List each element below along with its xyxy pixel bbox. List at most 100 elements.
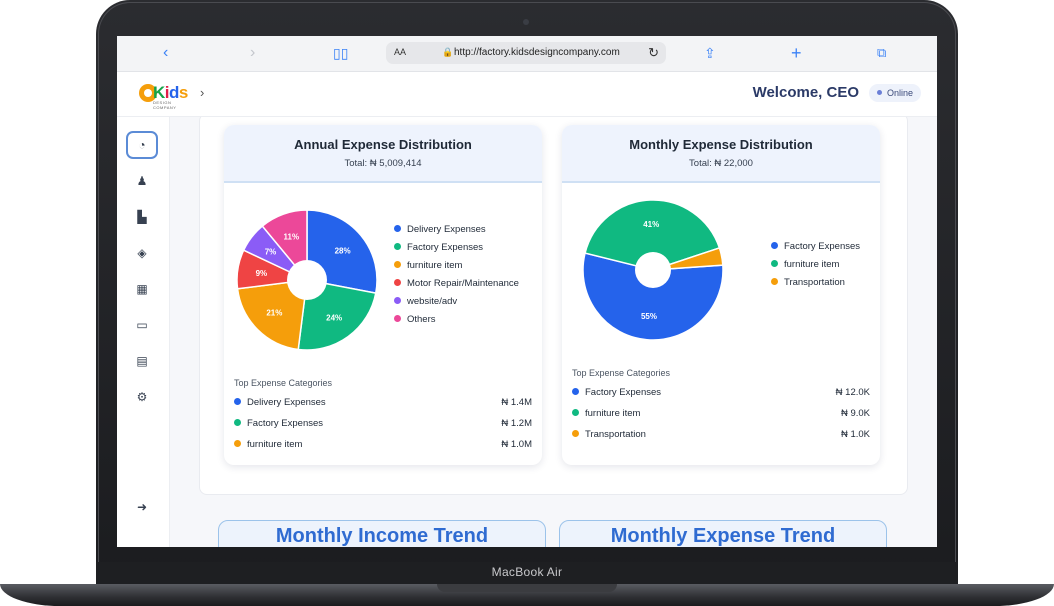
chevron-right-icon[interactable]: ›	[200, 85, 204, 100]
pie-data-label: 28%	[335, 247, 351, 256]
annual-pie-chart[interactable]: 28% 24% 21% 9% 7% 11%	[232, 205, 382, 355]
sidebar: ◔ ♟ ▙ ◈ ▦ ▭ ▤ ⚙ ➜	[117, 117, 170, 547]
pie-data-label: 24%	[326, 313, 342, 322]
sidebar-item-store[interactable]: ▭	[126, 311, 158, 339]
annual-legend: Delivery Expenses Factory Expenses furnitu…	[394, 224, 519, 332]
screen: ‹ › ▯▯ AA 🔒 http://factory.kidsdesigncom…	[117, 36, 937, 547]
reload-icon[interactable]: ↻	[648, 45, 659, 61]
monthly-legend: Factory Expenses furniture item Transporta…	[771, 241, 860, 295]
legend-swatch	[394, 261, 401, 268]
speedometer-icon: ◔	[138, 138, 146, 152]
donut-hole	[635, 252, 671, 288]
list-item: Delivery Expenses ₦ 1.4M	[234, 397, 532, 418]
status-badge: Online	[868, 84, 921, 102]
sidebar-item-settings[interactable]: ⚙	[126, 383, 158, 411]
legend-swatch	[771, 278, 778, 285]
card-title: Monthly Expense Distribution	[629, 137, 813, 152]
camera-icon	[523, 19, 529, 25]
monthly-pie-chart[interactable]: 55% 41%	[578, 195, 728, 345]
pie-data-label: 21%	[266, 309, 282, 318]
status-dot-icon	[876, 90, 882, 95]
legend-swatch	[394, 297, 401, 304]
legend-swatch	[394, 279, 401, 286]
legend-swatch	[394, 315, 401, 322]
pie-data-label: 41%	[643, 220, 659, 229]
legend-item[interactable]: Others	[394, 314, 519, 332]
calculator-icon: ▦	[136, 282, 148, 296]
expense-trend-card: Monthly Expense Trend	[559, 520, 887, 547]
text-size-button[interactable]: AA	[394, 47, 406, 57]
card-title: Annual Expense Distribution	[294, 137, 472, 152]
legend-swatch	[394, 225, 401, 232]
legend-swatch	[771, 242, 778, 249]
donut-hole	[287, 260, 327, 300]
legend-swatch	[771, 260, 778, 267]
legend-item[interactable]: Factory Expenses	[771, 241, 860, 259]
monthly-top-categories: Top Expense Categories Factory Expenses ₦…	[572, 368, 870, 450]
legend-item[interactable]: website/adv	[394, 296, 519, 314]
pie-data-label: 7%	[265, 248, 277, 257]
card-title: Monthly Expense Trend	[610, 525, 836, 547]
url-text[interactable]: http://factory.kidsdesigncompany.com	[454, 47, 620, 58]
legend-label: website/adv	[407, 296, 458, 307]
bookmarks-icon[interactable]: ▯▯	[333, 44, 348, 62]
welcome-text: Welcome, CEO	[752, 84, 859, 101]
sidebar-item-warehouse[interactable]: ▤	[126, 347, 158, 375]
app-header: Kids DESIGN COMPANY › Welcome, CEO Onlin…	[117, 72, 937, 117]
sidebar-item-security[interactable]: ◈	[126, 239, 158, 267]
legend-item[interactable]: Delivery Expenses	[394, 224, 519, 242]
kids-logo[interactable]: Kids DESIGN COMPANY	[139, 82, 195, 110]
legend-label: furniture item	[784, 259, 840, 270]
list-item: furniture item ₦ 9.0K	[572, 408, 870, 429]
new-tab-icon[interactable]: +	[791, 44, 802, 62]
laptop-notch	[437, 584, 617, 592]
factory-icon: ▙	[137, 210, 147, 224]
lock-icon: 🔒	[442, 47, 454, 57]
store-icon: ▭	[136, 318, 148, 332]
browser-toolbar: ‹ › ▯▯ AA 🔒 http://factory.kidsdesigncom…	[117, 36, 937, 72]
annual-top-categories: Top Expense Categories Delivery Expenses…	[234, 378, 532, 460]
forward-icon[interactable]: ›	[250, 44, 255, 62]
legend-item[interactable]: Factory Expenses	[394, 242, 519, 260]
address-bar[interactable]: AA 🔒 http://factory.kidsdesigncompany.co…	[386, 42, 666, 64]
legend-swatch	[394, 243, 401, 250]
tabs-icon[interactable]: ⧉	[877, 44, 886, 62]
sidebar-item-calculator[interactable]: ▦	[126, 275, 158, 303]
sidebar-item-logout[interactable]: ➜	[126, 493, 158, 521]
shield-icon: ◈	[137, 246, 147, 260]
logout-icon: ➜	[136, 500, 148, 514]
legend-item[interactable]: Transportation	[771, 277, 860, 295]
list-item: Factory Expenses ₦ 12.0K	[572, 387, 870, 408]
sidebar-item-dashboard[interactable]: ◔	[126, 131, 158, 159]
pie-data-label: 55%	[641, 312, 657, 321]
back-icon[interactable]: ‹	[163, 44, 168, 62]
top-categories-title: Top Expense Categories	[572, 368, 671, 378]
card-total: Total: ₦ 5,009,414	[344, 158, 422, 169]
pie-data-label: 9%	[256, 269, 268, 278]
legend-item[interactable]: furniture item	[394, 260, 519, 278]
legend-label: Transportation	[784, 277, 845, 288]
top-categories-title: Top Expense Categories	[234, 378, 333, 388]
list-item: furniture item ₦ 1.0M	[234, 439, 532, 460]
income-trend-card: Monthly Income Trend	[218, 520, 546, 547]
legend-item[interactable]: Motor Repair/Maintenance	[394, 278, 519, 296]
legend-label: Delivery Expenses	[407, 224, 486, 235]
legend-label: Factory Expenses	[784, 241, 861, 252]
legend-label: Others	[407, 314, 436, 325]
pie-data-label: 11%	[284, 233, 300, 242]
main-content: Annual Expense Distribution Total: ₦ 5,0…	[170, 117, 937, 547]
users-icon: ♟	[136, 174, 148, 188]
sidebar-item-users[interactable]: ♟	[126, 167, 158, 195]
list-item: Factory Expenses ₦ 1.2M	[234, 418, 532, 439]
gear-icon: ⚙	[136, 390, 148, 404]
annual-expense-card: Annual Expense Distribution Total: ₦ 5,0…	[224, 125, 542, 465]
legend-label: furniture item	[407, 260, 463, 271]
expense-distribution-section: Annual Expense Distribution Total: ₦ 5,0…	[199, 117, 908, 495]
share-icon[interactable]: ⇪	[704, 44, 716, 62]
card-title: Monthly Income Trend	[275, 525, 489, 547]
warehouse-icon: ▤	[136, 354, 148, 368]
legend-item[interactable]: furniture item	[771, 259, 860, 277]
card-total: Total: ₦ 22,000	[689, 158, 753, 169]
sidebar-item-factory[interactable]: ▙	[126, 203, 158, 231]
monthly-expense-card: Monthly Expense Distribution Total: ₦ 22…	[562, 125, 880, 465]
